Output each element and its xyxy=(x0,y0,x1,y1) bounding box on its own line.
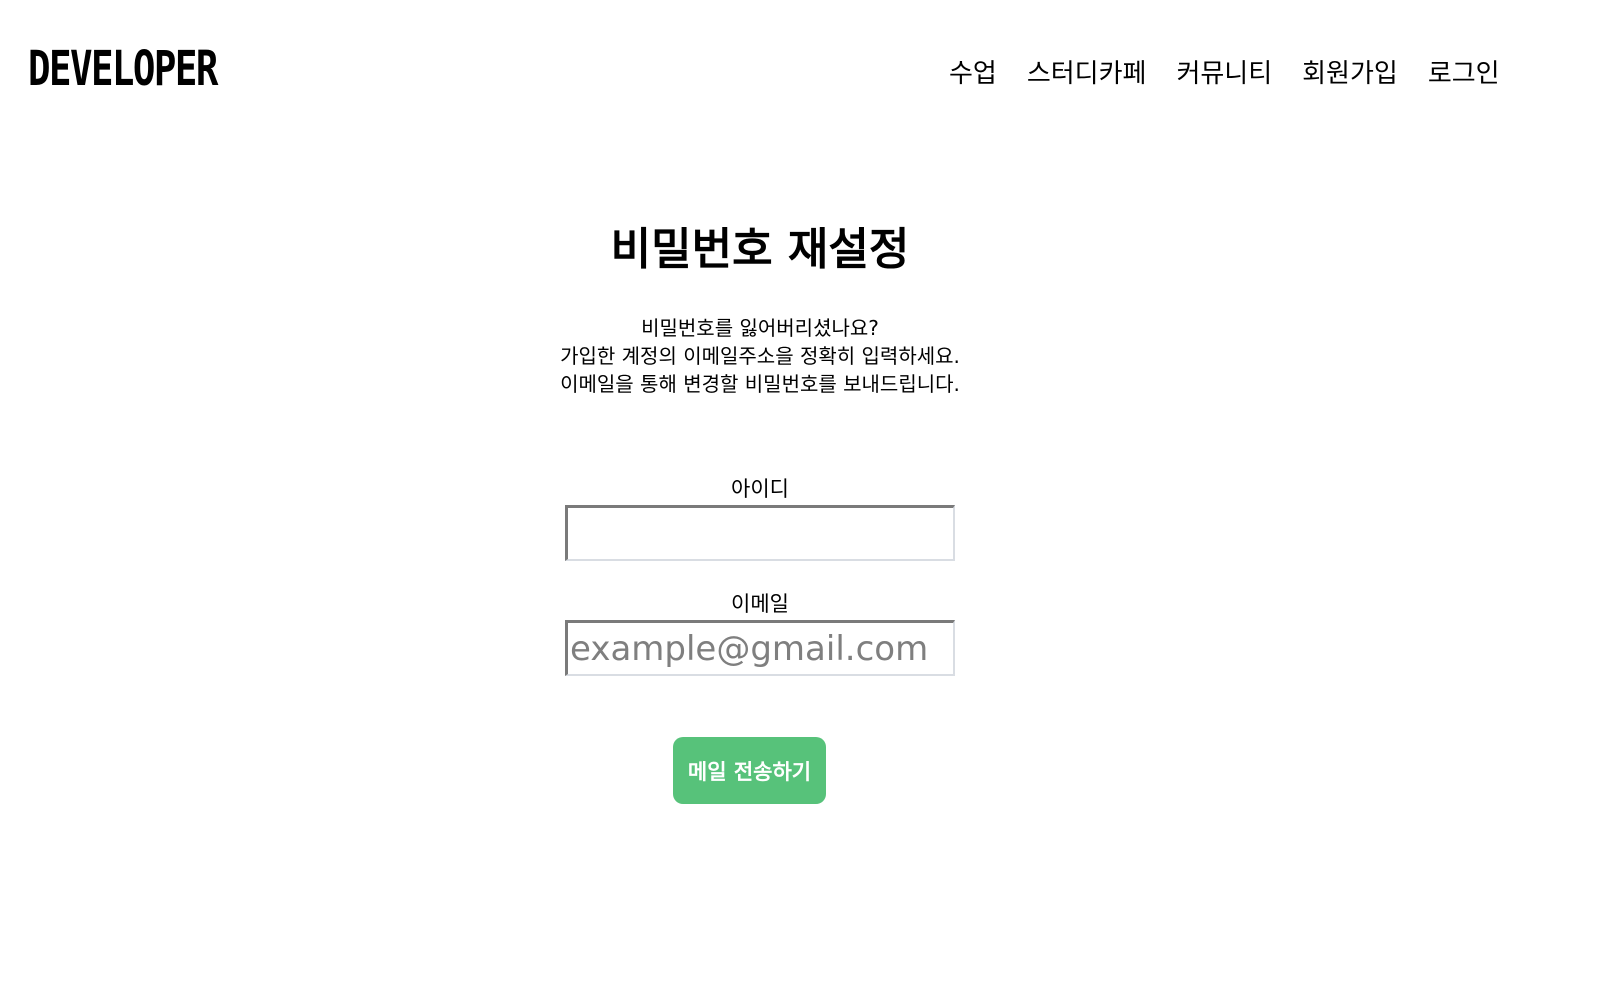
nav-item-signup[interactable]: 회원가입 xyxy=(1302,54,1398,94)
main-nav: 수업 스터디카페 커뮤니티 회원가입 로그인 xyxy=(949,54,1500,94)
password-reset-page: DEVELOPER 수업 스터디카페 커뮤니티 회원가입 로그인 비밀번호 재설… xyxy=(0,0,1600,997)
send-mail-button[interactable]: 메일 전송하기 xyxy=(673,737,826,804)
site-logo[interactable]: DEVELOPER xyxy=(28,44,218,94)
nav-item-community[interactable]: 커뮤니티 xyxy=(1176,54,1272,94)
description-line-3: 이메일을 통해 변경할 비밀번호를 보내드립니다. xyxy=(560,372,960,396)
nav-item-study-cafe[interactable]: 스터디카페 xyxy=(1027,54,1147,94)
description-line-1: 비밀번호를 잃어버리셨나요? xyxy=(641,316,879,340)
description-line-2: 가입한 계정의 이메일주소을 정확히 입력하세요. xyxy=(560,344,960,368)
id-input[interactable] xyxy=(565,505,955,561)
id-field-label: 아이디 xyxy=(731,477,789,501)
nav-item-login[interactable]: 로그인 xyxy=(1428,54,1500,94)
page-description: 비밀번호를 잃어버리셨나요? 가입한 계정의 이메일주소을 정확히 입력하세요.… xyxy=(460,314,1060,398)
email-field-label: 이메일 xyxy=(731,592,789,616)
nav-item-class[interactable]: 수업 xyxy=(949,54,997,94)
page-title: 비밀번호 재설정 xyxy=(610,224,910,275)
email-input[interactable] xyxy=(565,620,955,676)
site-header: DEVELOPER 수업 스터디카페 커뮤니티 회원가입 로그인 xyxy=(0,0,1600,140)
